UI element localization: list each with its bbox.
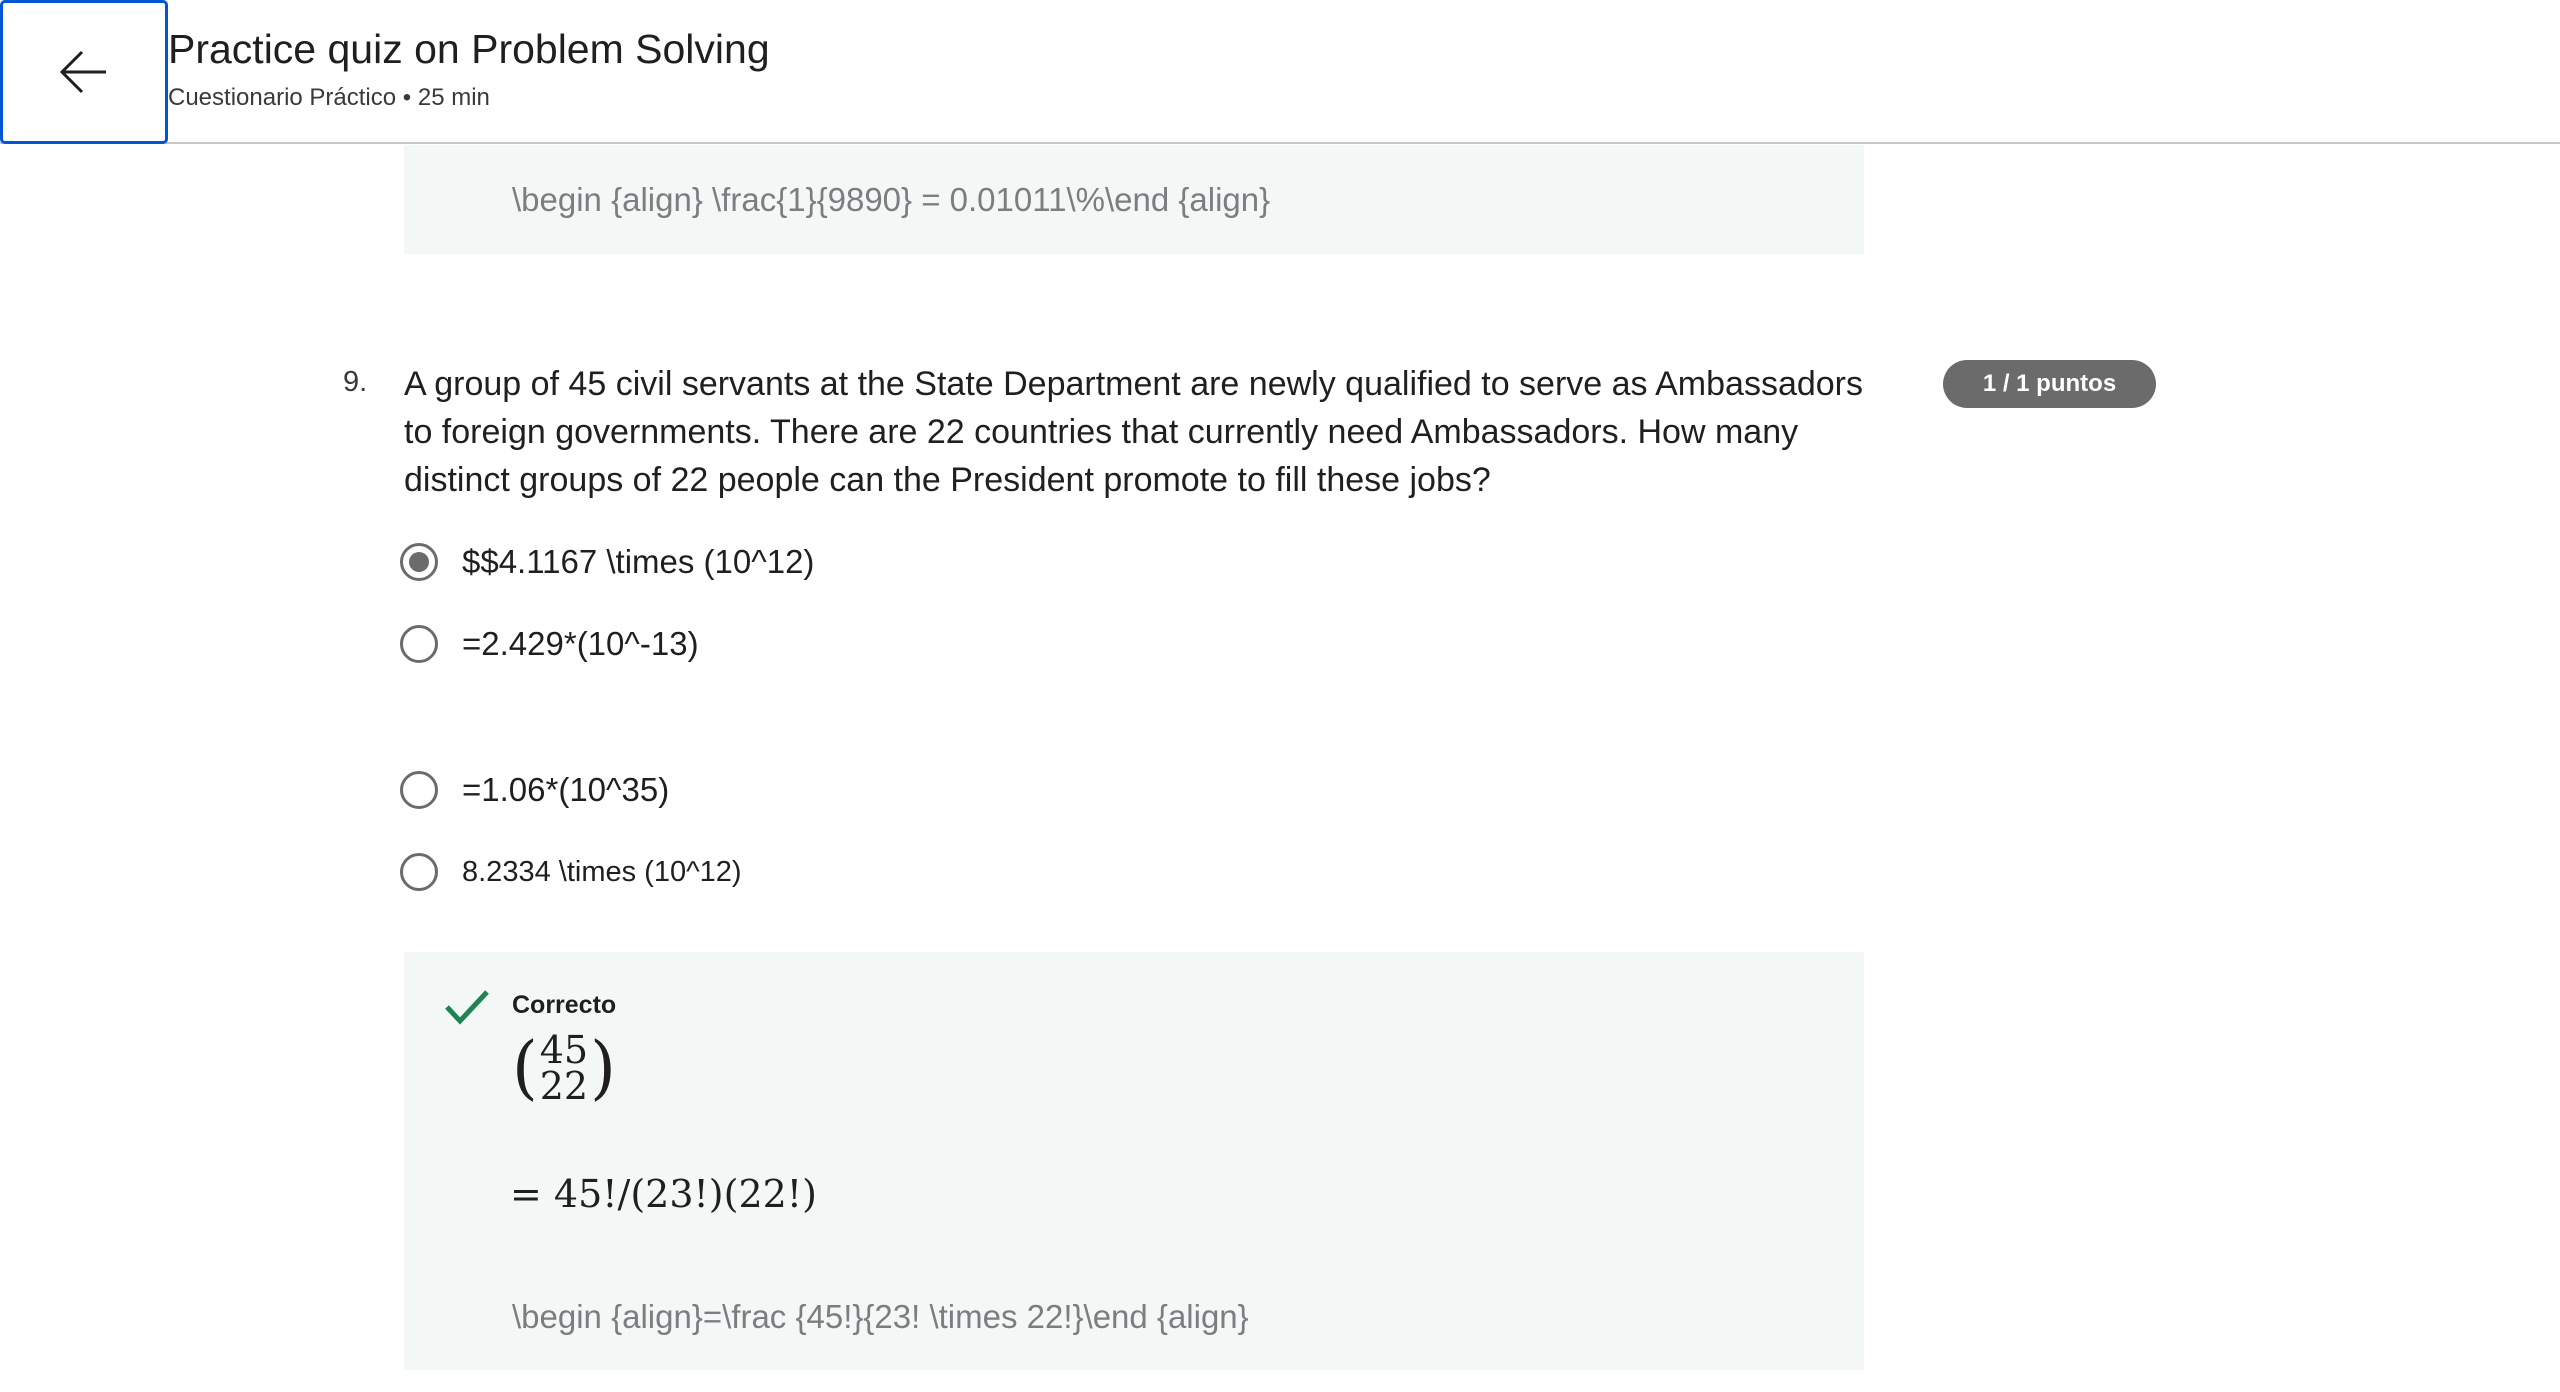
binomial-coefficient: ( 45 22 ): [512, 1028, 616, 1108]
answer-option-1[interactable]: $$4.1167 \times (10^12): [400, 543, 814, 581]
previous-feedback-panel: \begin {align} \frac{1}{9890} = 0.01011\…: [404, 145, 1864, 254]
page-subtitle: Cuestionario Práctico • 25 min: [168, 84, 490, 111]
radio-button[interactable]: [400, 625, 438, 663]
option-label: $$4.1167 \times (10^12): [462, 543, 815, 580]
question-text: A group of 45 civil servants at the Stat…: [404, 365, 1863, 499]
page-title: Practice quiz on Problem Solving: [168, 26, 770, 72]
radio-selected-dot: [409, 552, 429, 572]
binomial-stack: 45 22: [539, 1028, 589, 1108]
points-badge: 1 / 1 puntos: [1943, 360, 2156, 408]
radio-button[interactable]: [400, 853, 438, 891]
right-paren: ): [590, 1027, 616, 1108]
feedback-raw-text: \begin {align}=\frac {45!}{23! \times 22…: [512, 1298, 1249, 1335]
answer-option-2[interactable]: =2.429*(10^-13): [400, 625, 699, 663]
radio-button[interactable]: [400, 543, 438, 581]
arrow-left-icon: [59, 50, 106, 94]
feedback-formula: = 45!/(23!)(22!): [510, 1172, 817, 1216]
radio-button[interactable]: [400, 771, 438, 809]
option-label: 8.2334 \times (10^12): [462, 855, 742, 888]
option-label: =2.429*(10^-13): [462, 625, 699, 662]
answer-option-3[interactable]: =1.06*(10^35): [400, 771, 669, 809]
answer-option-4[interactable]: 8.2334 \times (10^12): [400, 853, 742, 891]
binom-bottom: 22: [539, 1064, 589, 1108]
question-number: 9.: [343, 366, 368, 398]
previous-feedback-text: \begin {align} \frac{1}{9890} = 0.01011\…: [512, 181, 1271, 218]
left-paren: (: [512, 1027, 538, 1108]
option-label: =1.06*(10^35): [462, 771, 670, 808]
back-button[interactable]: [0, 0, 168, 144]
checkmark-icon: [445, 990, 489, 1025]
binom-top: 45: [539, 1028, 589, 1072]
feedback-status: Correcto: [512, 991, 617, 1019]
quiz-header: Practice quiz on Problem Solving Cuestio…: [0, 0, 2560, 144]
